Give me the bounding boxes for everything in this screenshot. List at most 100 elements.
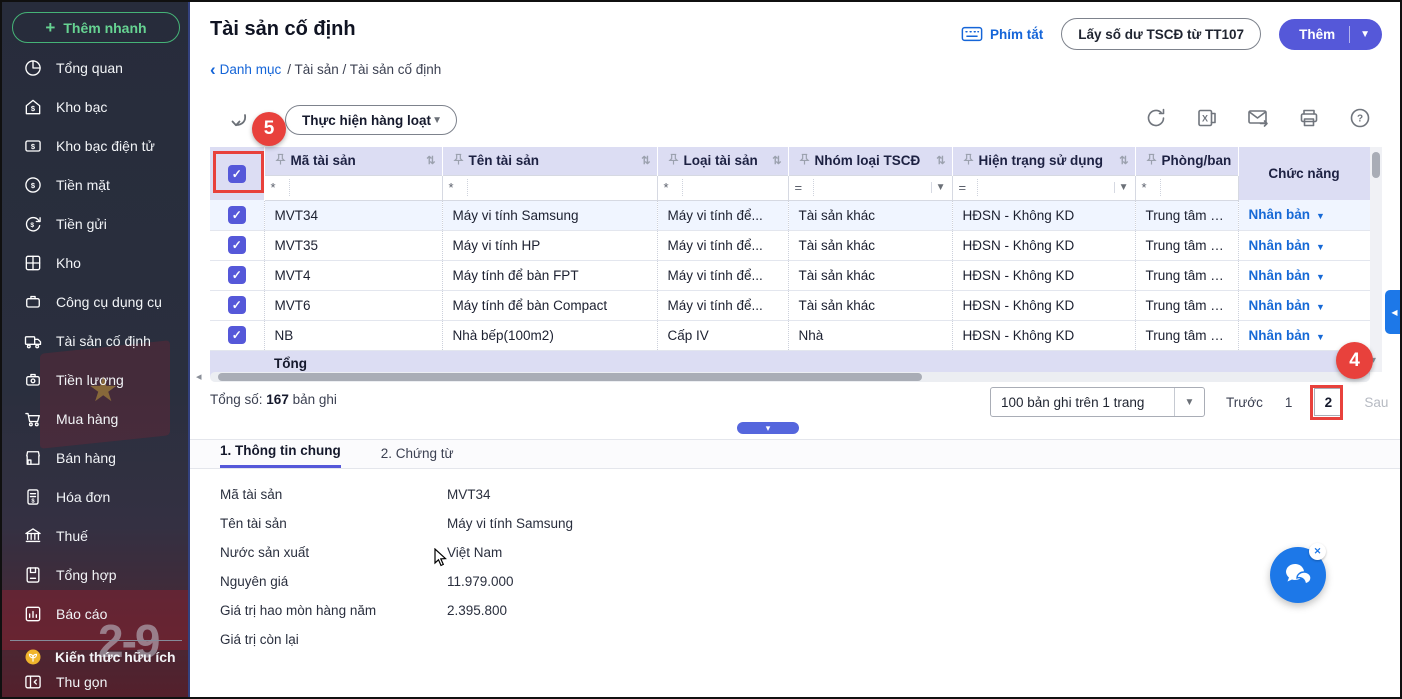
sidebar-item-bao-cao[interactable]: Báo cáo xyxy=(2,594,190,633)
sidebar-item-tong-quan[interactable]: Tổng quan xyxy=(2,48,190,87)
detail-collapse-handle[interactable]: ▾ xyxy=(737,422,799,434)
detail-fields: Mã tài sản MVT34 Tên tài sản Máy vi tính… xyxy=(220,480,920,654)
sidebar-item-kien-thuc[interactable]: Kiến thức hữu ích xyxy=(2,644,190,670)
tab-chung-tu[interactable]: 2. Chứng từ xyxy=(381,446,454,468)
sidebar-item-thue[interactable]: Thuế xyxy=(2,516,190,555)
sidebar-item-kho-bac-dien-tu[interactable]: $ Kho bạc điện tử xyxy=(2,126,190,165)
prev-page-button[interactable]: Trước xyxy=(1226,395,1263,410)
dropdown-arrow-icon[interactable]: ▼ xyxy=(931,182,946,193)
duplicate-action-button[interactable]: Nhân bản▼ xyxy=(1249,328,1325,343)
sidebar-item-hoa-don[interactable]: $ Hóa đơn xyxy=(2,477,190,516)
sort-icon[interactable]: ⇅ xyxy=(426,154,437,167)
panel-expand-tab[interactable]: ◀ xyxy=(1385,290,1402,334)
pin-icon[interactable] xyxy=(275,153,286,169)
purchase-cart-icon xyxy=(23,409,43,429)
row-checkbox[interactable] xyxy=(228,266,246,284)
pin-icon[interactable] xyxy=(1146,153,1157,169)
help-icon[interactable]: ? xyxy=(1348,106,1372,130)
page-size-select[interactable]: 100 bản ghi trên 1 trang ▼ xyxy=(990,387,1205,417)
pin-icon[interactable] xyxy=(453,153,464,169)
horizontal-scrollbar-thumb[interactable] xyxy=(218,373,922,381)
sidebar-item-tien-luong[interactable]: Tiền lương xyxy=(2,360,190,399)
refresh-icon[interactable] xyxy=(1144,106,1168,130)
cell-dept: Trung tâm phát xyxy=(1135,260,1238,290)
sidebar-item-tong-hop[interactable]: Tổng hợp xyxy=(2,555,190,594)
scroll-left-arrow-icon[interactable]: ◂ xyxy=(196,370,202,383)
batch-action-button[interactable]: Thực hiện hàng loạt ▼ xyxy=(285,105,457,135)
vertical-scrollbar-thumb[interactable] xyxy=(1372,152,1380,178)
filter-cell-phong-ban[interactable]: * xyxy=(1135,175,1238,200)
sidebar-item-tai-san-co-dinh[interactable]: Tài sản cố định xyxy=(2,321,190,360)
filter-input[interactable] xyxy=(289,179,436,196)
sort-icon[interactable]: ⇅ xyxy=(641,154,652,167)
filter-cell-nhom-loai[interactable]: =▼ xyxy=(788,175,952,200)
column-header-loai-tai-san[interactable]: Loại tài sản ⇅ xyxy=(657,147,788,175)
filter-input[interactable] xyxy=(977,179,1108,196)
duplicate-action-button[interactable]: Nhân bản▼ xyxy=(1249,298,1325,313)
column-header-ten-tai-san[interactable]: Tên tài sản ⇅ xyxy=(442,147,657,175)
row-checkbox[interactable] xyxy=(228,296,246,314)
sidebar-item-tien-gui[interactable]: $ Tiền gửi xyxy=(2,204,190,243)
chevron-down-icon[interactable]: ▼ xyxy=(1350,29,1382,40)
sort-icon[interactable]: ⇅ xyxy=(936,154,947,167)
quick-add-button[interactable]: + Thêm nhanh xyxy=(12,12,180,43)
detail-row: Nước sản xuất Việt Nam xyxy=(220,538,920,567)
sidebar-item-mua-hang[interactable]: Mua hàng xyxy=(2,399,190,438)
cell-group: Tài sản khác xyxy=(788,260,952,290)
table-row[interactable]: MVT34 Máy vi tính Samsung Máy vi tính để… xyxy=(210,200,1370,230)
column-header-ma-tai-san[interactable]: Mã tài sản ⇅ xyxy=(264,147,442,175)
sort-icon[interactable]: ⇅ xyxy=(1119,154,1130,167)
dropdown-arrow-icon[interactable]: ▼ xyxy=(1114,182,1129,193)
column-header-nhom-loai-tscd[interactable]: Nhóm loại TSCĐ ⇅ xyxy=(788,147,952,175)
e-treasury-icon: $ xyxy=(23,136,43,156)
sort-icon[interactable]: ⇅ xyxy=(772,154,783,167)
excel-export-icon[interactable]: X xyxy=(1195,106,1219,130)
duplicate-action-button[interactable]: Nhân bản▼ xyxy=(1249,268,1325,283)
row-checkbox[interactable] xyxy=(228,236,246,254)
row-checkbox[interactable] xyxy=(228,206,246,224)
print-icon[interactable] xyxy=(1297,106,1321,130)
filter-cell-ten-tai-san[interactable]: * xyxy=(442,175,657,200)
pin-icon[interactable] xyxy=(668,153,679,169)
pin-icon[interactable] xyxy=(963,153,974,169)
page-1-button[interactable]: 1 xyxy=(1285,395,1293,410)
tutorial-step-4-badge: 4 xyxy=(1336,342,1373,379)
pin-icon[interactable] xyxy=(799,153,810,169)
sidebar-collapse-button[interactable]: Thu gọn xyxy=(2,668,190,696)
cell-type: Máy vi tính để... xyxy=(657,260,788,290)
sidebar-item-kho-bac[interactable]: $ Kho bạc xyxy=(2,87,190,126)
cell-status: HĐSN - Không KD xyxy=(952,200,1135,230)
tt107-balance-button[interactable]: Lấy số dư TSCĐ từ TT107 xyxy=(1061,18,1261,50)
close-chat-icon[interactable]: ✕ xyxy=(1309,543,1326,560)
filter-input[interactable] xyxy=(1160,179,1232,196)
row-checkbox[interactable] xyxy=(228,326,246,344)
column-header-phong-ban[interactable]: Phòng/ban xyxy=(1135,147,1238,175)
send-email-icon[interactable] xyxy=(1246,106,1270,130)
filter-cell-hien-trang[interactable]: =▼ xyxy=(952,175,1135,200)
table-row[interactable]: MVT4 Máy tính để bàn FPT Máy vi tính để.… xyxy=(210,260,1370,290)
table-row[interactable]: MVT35 Máy vi tính HP Máy vi tính để... T… xyxy=(210,230,1370,260)
horizontal-scrollbar[interactable]: ◂ xyxy=(210,372,1370,382)
sidebar-item-ban-hang[interactable]: Bán hàng xyxy=(2,438,190,477)
sidebar-item-tien-mat[interactable]: $ Tiền mặt xyxy=(2,165,190,204)
column-header-hien-trang[interactable]: Hiện trạng sử dụng ⇅ xyxy=(952,147,1135,175)
add-button[interactable]: Thêm ▼ xyxy=(1279,19,1382,50)
shortcut-button[interactable]: Phím tắt xyxy=(961,26,1043,42)
filter-cell-ma-tai-san[interactable]: * xyxy=(264,175,442,200)
warehouse-icon xyxy=(23,253,43,273)
duplicate-action-button[interactable]: Nhân bản▼ xyxy=(1249,207,1325,222)
table-row[interactable]: NB Nhà bếp(100m2) Cấp IV Nhà HĐSN - Khôn… xyxy=(210,320,1370,350)
curved-down-arrow-icon[interactable] xyxy=(229,112,251,136)
table-row[interactable]: MVT6 Máy tính để bàn Compact Máy vi tính… xyxy=(210,290,1370,320)
next-page-button[interactable]: Sau xyxy=(1364,395,1388,410)
tab-thong-tin-chung[interactable]: 1. Thông tin chung xyxy=(220,443,341,468)
sidebar-item-cong-cu-dung-cu[interactable]: Công cụ dụng cụ xyxy=(2,282,190,321)
filter-input[interactable] xyxy=(813,179,925,196)
filter-input[interactable] xyxy=(467,179,651,196)
filter-input[interactable] xyxy=(682,179,782,196)
sidebar-item-kho[interactable]: Kho xyxy=(2,243,190,282)
filter-cell-loai-tai-san[interactable]: * xyxy=(657,175,788,200)
vertical-scrollbar[interactable]: ▾ xyxy=(1370,147,1382,372)
duplicate-action-button[interactable]: Nhân bản▼ xyxy=(1249,238,1325,253)
breadcrumb-back-link[interactable]: ‹ Danh mục xyxy=(210,62,281,77)
